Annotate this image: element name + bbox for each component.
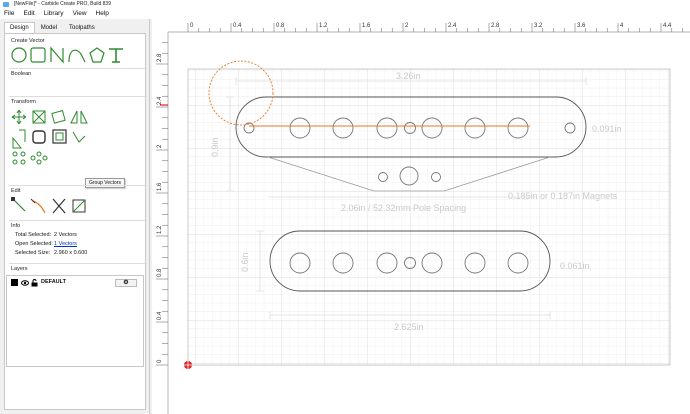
ruler-left-label: 1.2 bbox=[157, 225, 163, 234]
polyline-icon[interactable] bbox=[50, 46, 64, 64]
polygon-icon[interactable] bbox=[89, 47, 105, 63]
circle-icon[interactable] bbox=[11, 47, 27, 63]
ruler-top-label: 3.2 bbox=[534, 23, 543, 29]
width-bottom-dimension: 2.625in bbox=[394, 322, 424, 332]
layers-list: DEFAULT ⚙ bbox=[6, 275, 144, 367]
hole-right-dimension: 0.091in bbox=[592, 124, 622, 134]
separator bbox=[9, 68, 147, 69]
left-panel: Design Model Toolpaths Create Vector Boo… bbox=[0, 19, 150, 414]
selected-size-value: 2.960 x 0.600 bbox=[54, 250, 88, 256]
layer-settings-button[interactable]: ⚙ bbox=[115, 279, 137, 287]
move-icon[interactable] bbox=[11, 109, 27, 125]
height-left-dimension: 0.9in bbox=[210, 137, 220, 157]
gear-icon: ⚙ bbox=[123, 280, 129, 286]
rotate-icon[interactable] bbox=[51, 110, 66, 124]
scale-icon[interactable] bbox=[32, 110, 46, 124]
separator bbox=[9, 96, 147, 97]
menu-file[interactable]: File bbox=[4, 9, 14, 19]
menu-library[interactable]: Library bbox=[44, 9, 64, 19]
total-selected-row: Total Selected: 2 Vectors bbox=[15, 232, 77, 238]
ruler-left-label: 0.4 bbox=[157, 311, 163, 320]
ruler-top-label: 0.8 bbox=[276, 23, 285, 29]
layers-label: Layers bbox=[11, 266, 28, 272]
open-selected-link[interactable]: 1 Vectors bbox=[54, 241, 77, 247]
transform-label: Transform bbox=[11, 99, 36, 105]
ruler-left-label: 0.8 bbox=[157, 268, 163, 277]
hole-right-bottom-dimension: 0.061in bbox=[560, 261, 590, 271]
create-vector-label: Create Vector bbox=[11, 38, 45, 44]
ruler-top-label: 2.8 bbox=[491, 23, 500, 29]
ruler-top-label: 1.2 bbox=[319, 23, 328, 29]
window-title-bar: [NewFile]* - Carbide Create PRO, Build 8… bbox=[0, 0, 690, 9]
create-vector-toolbar bbox=[11, 46, 123, 64]
info-label: Info bbox=[11, 223, 21, 229]
mirror-icon[interactable] bbox=[70, 110, 88, 124]
design-canvas[interactable]: 3.26in 0.091in 0.9in 0.185in or 0.187in … bbox=[152, 19, 690, 414]
ruler-left-bg bbox=[152, 32, 168, 414]
transform-toolbar bbox=[11, 109, 88, 165]
layer-name: DEFAULT bbox=[41, 279, 66, 285]
ungroup-icon[interactable] bbox=[72, 131, 86, 143]
boolean-label: Boolean bbox=[11, 71, 32, 77]
height-left-bottom-dimension: 0.6in bbox=[240, 252, 250, 272]
eye-icon[interactable] bbox=[21, 279, 29, 287]
trim-icon[interactable] bbox=[30, 198, 46, 214]
node-edit-icon[interactable] bbox=[11, 197, 26, 212]
ruler-top-bg bbox=[168, 19, 690, 32]
separator bbox=[9, 220, 147, 221]
separator bbox=[9, 263, 147, 264]
text-icon[interactable] bbox=[109, 48, 123, 63]
window-title: [NewFile]* - Carbide Create PRO, Build 8… bbox=[14, 1, 111, 7]
menu-bar: File Edit Library View Help bbox=[0, 9, 690, 19]
selected-size-label: Selected Size: bbox=[15, 250, 51, 256]
lock-icon[interactable] bbox=[31, 279, 38, 287]
align-icon[interactable] bbox=[12, 129, 26, 149]
curve-icon[interactable] bbox=[68, 49, 86, 63]
menu-edit[interactable]: Edit bbox=[23, 9, 34, 19]
rectangle-icon[interactable] bbox=[30, 47, 46, 63]
ruler-top-label: 3.6 bbox=[577, 23, 586, 29]
selected-size-row: Selected Size: 2.960 x 0.600 bbox=[15, 250, 87, 256]
join-icon[interactable] bbox=[72, 199, 86, 213]
separator bbox=[9, 185, 147, 186]
offset-icon[interactable] bbox=[32, 130, 46, 144]
open-selected-row: Open Selected: 1 Vectors bbox=[15, 241, 77, 247]
group-icon[interactable] bbox=[52, 129, 67, 144]
width-top-dimension: 3.26in bbox=[396, 71, 421, 81]
material-stock bbox=[187, 68, 671, 366]
pole-spacing-note: 2.06in / 52.32mm Pole Spacing bbox=[341, 203, 466, 213]
ruler-top-label: 4.4 bbox=[663, 23, 672, 29]
menu-help[interactable]: Help bbox=[96, 9, 109, 19]
origin-marker bbox=[184, 361, 192, 369]
ruler-left-label: 2.8 bbox=[157, 53, 163, 62]
open-selected-label: Open Selected: bbox=[15, 241, 53, 247]
total-selected-label: Total Selected: bbox=[15, 232, 52, 238]
group-vectors-tooltip: Group Vectors bbox=[85, 178, 125, 188]
array-icon[interactable] bbox=[12, 151, 26, 165]
edit-label: Edit bbox=[11, 188, 21, 194]
ruler-top-label: 1.6 bbox=[362, 23, 371, 29]
app-icon bbox=[3, 2, 9, 7]
ruler-left-label: 2.4 bbox=[157, 96, 163, 105]
menu-view[interactable]: View bbox=[73, 9, 87, 19]
total-selected-value: 2 Vectors bbox=[54, 232, 77, 238]
design-canvas-area[interactable]: 3.26in 0.091in 0.9in 0.185in or 0.187in … bbox=[152, 19, 690, 414]
layer-row[interactable]: DEFAULT ⚙ bbox=[9, 278, 141, 288]
ruler-top-label: 2.4 bbox=[448, 23, 457, 29]
cut-icon[interactable] bbox=[52, 198, 66, 214]
circular-array-icon[interactable] bbox=[30, 151, 48, 165]
edit-toolbar bbox=[11, 197, 86, 214]
layer-color-swatch[interactable] bbox=[11, 279, 18, 286]
ruler-top-label: 0.4 bbox=[233, 23, 242, 29]
magnets-note: 0.185in or 0.187in Magnets bbox=[508, 191, 618, 201]
ruler-left-label: 1.6 bbox=[157, 182, 163, 191]
